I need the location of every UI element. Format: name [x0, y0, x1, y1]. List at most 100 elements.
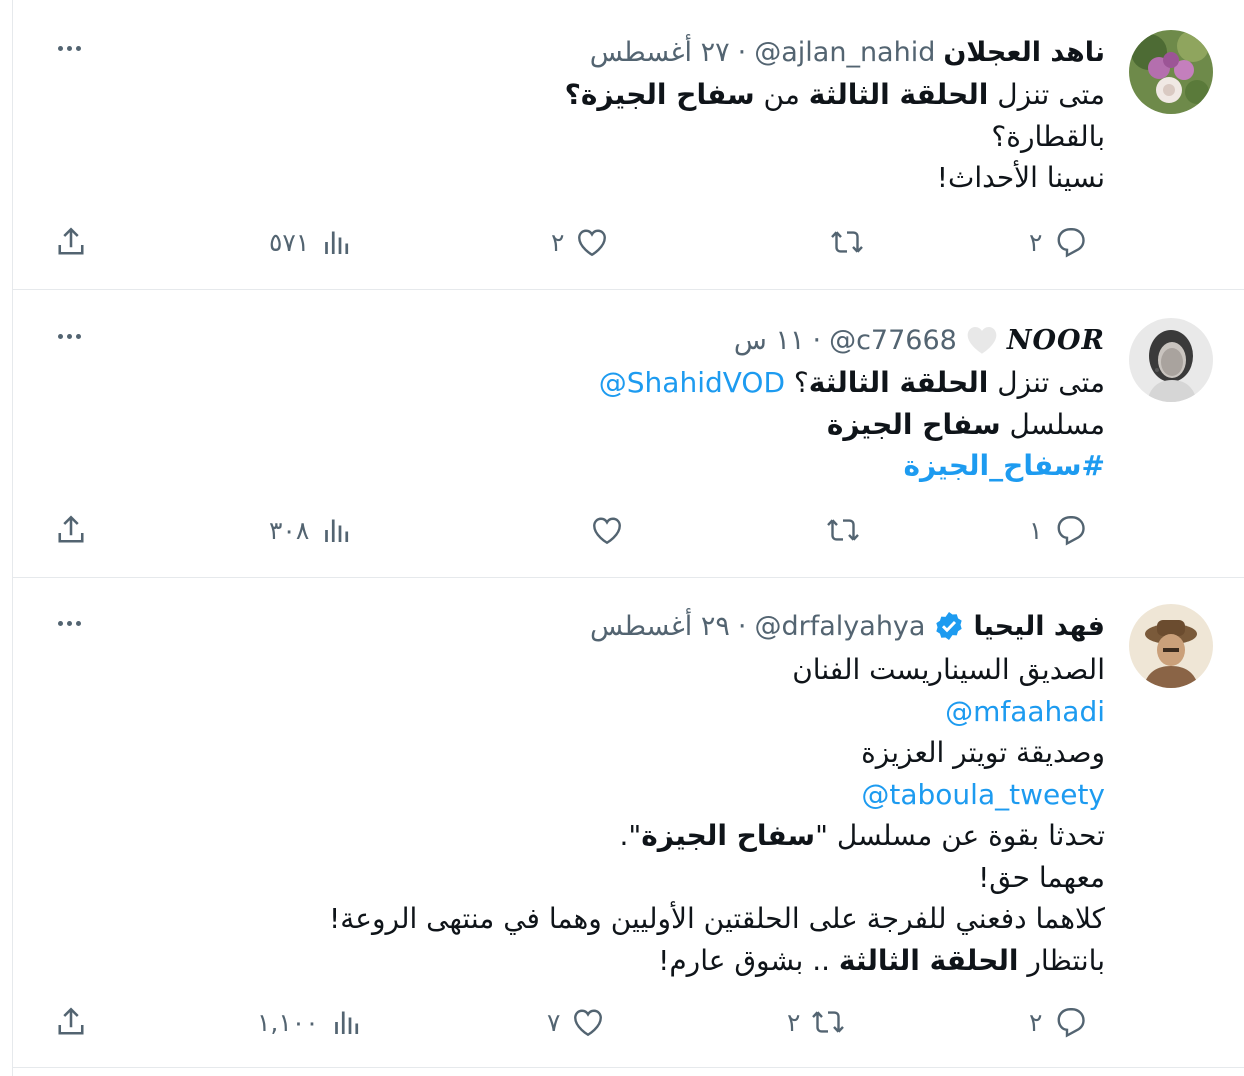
like-button[interactable]: ٢ — [551, 222, 610, 262]
tweet-text-line: معهما حق! — [205, 857, 1105, 899]
separator-dot: · — [737, 36, 747, 68]
reply-icon — [1052, 1004, 1088, 1040]
share-button[interactable] — [53, 510, 89, 550]
avatar[interactable] — [1129, 30, 1213, 114]
bold-text: سفاح الجيزة؟ — [564, 78, 755, 111]
tweet-actions: ٢ ٢ ٥٧١ — [13, 222, 1244, 262]
tweet[interactable]: فهد اليحيا @drfalyahya · ٢٩ أغسطس الصديق… — [13, 578, 1244, 1068]
retweet-icon — [825, 512, 861, 548]
tweet-text-line: @mfaahadi — [205, 691, 1105, 733]
retweet-icon — [829, 224, 865, 260]
tweet-text-line: متى تنزل الحلقة الثالثة؟ @ShahidVOD — [205, 362, 1105, 404]
timestamp[interactable]: ١١ س — [734, 325, 805, 356]
retweet-button[interactable]: ٢ — [787, 1002, 846, 1042]
share-icon — [53, 1004, 89, 1040]
tweet-text: الصديق السيناريست الفنان @mfaahadi وصديقة … — [205, 649, 1105, 981]
like-count: ٧ — [547, 1007, 561, 1037]
retweet-button[interactable] — [819, 222, 865, 262]
tweet-feed: ناهد العجلان @ajlan_nahid · ٢٧ أغسطس متى… — [12, 0, 1244, 1076]
reply-button[interactable]: ١ — [1029, 510, 1088, 550]
heart-icon — [589, 512, 625, 548]
reply-button[interactable]: ٢ — [1029, 1002, 1088, 1042]
tweet-actions: ٢ ٢ ٧ ١,١٠٠ — [13, 1002, 1244, 1042]
avatar[interactable] — [1129, 604, 1213, 688]
text-segment: بانتظار — [1018, 943, 1105, 977]
tweet-actions: ١ ٣٠٨ — [13, 510, 1244, 550]
tweet-header: ناهد العجلان @ajlan_nahid · ٢٧ أغسطس — [590, 32, 1105, 72]
tweet-text-line: #سفاح_الجيزة — [205, 445, 1105, 487]
text-segment: مسلسل — [1000, 407, 1105, 441]
user-handle[interactable]: @ajlan_nahid — [754, 37, 935, 68]
text-segment: متى تنزل — [988, 78, 1105, 111]
text-segment: وصديقة تويتر العزيزة — [861, 736, 1105, 769]
bold-text: الحلقة الثالثة — [838, 943, 1019, 977]
reply-count: ١ — [1029, 515, 1043, 545]
tweet-text-line: وصديقة تويتر العزيزة — [205, 732, 1105, 774]
display-name[interactable]: ناهد العجلان — [943, 37, 1105, 68]
tweet-text-line: مسلسل سفاح الجيزة — [205, 404, 1105, 446]
like-button[interactable]: ٧ — [547, 1002, 606, 1042]
views-count: ٣٠٨ — [269, 515, 310, 545]
verified-badge-icon — [933, 610, 965, 642]
tweet-text-line: بانتظار الحلقة الثالثة .. بشوق عارم! — [205, 940, 1105, 982]
reply-icon — [1052, 512, 1088, 548]
mention-link[interactable]: @taboula_tweety — [861, 778, 1105, 811]
more-dots-icon[interactable] — [51, 324, 87, 348]
separator-dot: · — [737, 610, 747, 642]
display-name[interactable]: فهد اليحيا — [973, 611, 1105, 642]
retweet-icon — [810, 1004, 846, 1040]
tweet-text: متى تنزل الحلقة الثالثة من سفاح الجيزة؟ ب… — [205, 74, 1105, 199]
views-button[interactable]: ٥٧١ — [269, 222, 355, 262]
more-dots-icon[interactable] — [51, 611, 87, 635]
views-button[interactable]: ٣٠٨ — [269, 510, 355, 550]
like-button[interactable] — [579, 510, 625, 550]
tweet-header: NOOR @c77668 · ١١ س — [734, 320, 1105, 360]
retweet-button[interactable] — [815, 510, 861, 550]
reply-count: ٢ — [1029, 227, 1043, 257]
share-button[interactable] — [53, 1002, 89, 1042]
mention-link[interactable]: @mfaahadi — [945, 695, 1105, 728]
timestamp[interactable]: ٢٩ أغسطس — [590, 611, 730, 642]
tweet-text-line: متى تنزل الحلقة الثالثة من سفاح الجيزة؟ — [205, 74, 1105, 116]
text-segment: ؟ — [785, 366, 809, 399]
views-button[interactable]: ١,١٠٠ — [257, 1002, 365, 1042]
bold-text: سفاح الجيزة — [641, 819, 816, 852]
avatar[interactable] — [1129, 318, 1213, 402]
display-name[interactable]: NOOR — [1007, 325, 1105, 356]
views-icon — [319, 224, 355, 260]
views-count: ١,١٠٠ — [257, 1007, 319, 1037]
tweet-text-line: نسينا الأحداث! — [205, 157, 1105, 199]
text-segment: معهما حق! — [978, 860, 1105, 894]
text-segment: كلاهما دفعني للفرجة على الحلقتين الأوليي… — [329, 902, 1105, 935]
mention-link[interactable]: @ShahidVOD — [599, 366, 785, 399]
share-button[interactable] — [53, 222, 89, 262]
separator-dot: · — [812, 324, 822, 356]
text-segment: من — [754, 78, 809, 111]
retweet-count: ٢ — [787, 1007, 801, 1037]
tweet-header: فهد اليحيا @drfalyahya · ٢٩ أغسطس — [590, 606, 1105, 646]
views-icon — [319, 512, 355, 548]
user-handle[interactable]: @drfalyahya — [755, 611, 926, 642]
timestamp[interactable]: ٢٧ أغسطس — [590, 37, 730, 68]
tweet[interactable]: ناهد العجلان @ajlan_nahid · ٢٧ أغسطس متى… — [13, 0, 1244, 290]
reply-icon — [1052, 224, 1088, 260]
text-segment: تحدثا بقوة عن مسلسل " — [815, 819, 1105, 852]
tweet-text-line: تحدثا بقوة عن مسلسل "سفاح الجيزة". — [205, 815, 1106, 857]
like-count: ٢ — [551, 227, 565, 257]
reply-button[interactable]: ٢ — [1029, 222, 1088, 262]
tweet-text: متى تنزل الحلقة الثالثة؟ @ShahidVOD مسلسل… — [205, 362, 1105, 487]
share-icon — [53, 224, 89, 260]
user-handle[interactable]: @c77668 — [829, 325, 957, 356]
text-segment: الصديق السيناريست الفنان — [792, 653, 1105, 686]
tweet-text-line: @taboula_tweety — [205, 774, 1105, 816]
tweet[interactable]: NOOR @c77668 · ١١ س متى تنزل الحلقة الثا… — [13, 290, 1244, 578]
text-segment: نسينا الأحداث! — [936, 161, 1105, 194]
tweet-text-line: كلاهما دفعني للفرجة على الحلقتين الأوليي… — [205, 898, 1105, 940]
white-heart-badge-icon — [965, 325, 999, 355]
tweet-text-line: بالقطارة؟ — [205, 116, 1105, 158]
views-count: ٥٧١ — [269, 227, 310, 257]
text-segment: .. بشوق عارم! — [658, 943, 839, 977]
hashtag-link[interactable]: #سفاح_الجيزة — [903, 449, 1105, 482]
more-dots-icon[interactable] — [51, 36, 87, 60]
heart-icon — [574, 224, 610, 260]
